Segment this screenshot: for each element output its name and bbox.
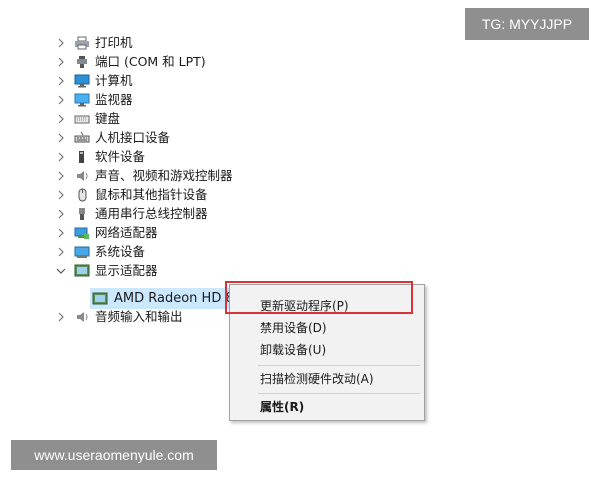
system-device-icon	[74, 245, 90, 259]
port-icon	[74, 55, 90, 69]
tree-item-label: 鼠标和其他指针设备	[95, 187, 208, 202]
display-adapter-icon	[74, 264, 90, 278]
tree-item-sound[interactable]: 声音、视频和游戏控制器	[54, 166, 354, 185]
tree-item-software-devices[interactable]: 软件设备	[54, 147, 354, 166]
menu-item-label: 卸载设备(U)	[260, 342, 327, 357]
chevron-right-icon[interactable]	[54, 147, 68, 166]
chevron-right-icon[interactable]	[54, 52, 68, 71]
computer-icon	[74, 74, 90, 88]
tree-item-usb[interactable]: 通用串行总线控制器	[54, 204, 354, 223]
chevron-right-icon[interactable]	[54, 185, 68, 204]
network-adapter-icon	[74, 226, 90, 240]
chevron-right-icon[interactable]	[54, 166, 68, 185]
chevron-right-icon[interactable]	[54, 90, 68, 109]
menu-separator	[258, 393, 420, 394]
highlight-box	[225, 281, 413, 314]
menu-item-scan-hardware[interactable]: 扫描检测硬件改动(A)	[230, 367, 424, 389]
tree-item-label: 人机接口设备	[95, 130, 171, 145]
tree-item-label: 显示适配器	[95, 263, 158, 278]
keyboard-icon	[74, 112, 90, 126]
monitor-icon	[74, 93, 90, 107]
chevron-down-icon[interactable]	[54, 261, 68, 280]
printer-icon	[74, 36, 90, 50]
chevron-right-icon[interactable]	[54, 307, 68, 326]
tree-item-ports[interactable]: 端口 (COM 和 LPT)	[54, 52, 354, 71]
chevron-right-icon[interactable]	[54, 223, 68, 242]
tree-item-label: 声音、视频和游戏控制器	[95, 168, 233, 183]
tree-item-label: AMD Radeon HD 85	[114, 291, 243, 306]
tree-item-hid[interactable]: 人机接口设备	[54, 128, 354, 147]
menu-item-uninstall-device[interactable]: 卸载设备(U)	[230, 338, 424, 360]
tree-item-computer[interactable]: 计算机	[54, 71, 354, 90]
tree-item-network-adapters[interactable]: 网络适配器	[54, 223, 354, 242]
tree-item-system-devices[interactable]: 系统设备	[54, 242, 354, 261]
tree-item-monitors[interactable]: 监视器	[54, 90, 354, 109]
software-device-icon	[74, 150, 90, 164]
menu-separator	[258, 365, 420, 366]
speaker-icon	[74, 169, 90, 183]
tree-item-label: 通用串行总线控制器	[95, 206, 208, 221]
menu-item-properties[interactable]: 属性(R)	[230, 395, 424, 417]
tree-item-label: 打印机	[95, 35, 133, 50]
tree-item-label: 音频输入和输出	[95, 309, 183, 324]
tree-item-label: 键盘	[95, 111, 121, 126]
tree-item-label: 软件设备	[95, 149, 146, 164]
tree-item-mice[interactable]: 鼠标和其他指针设备	[54, 185, 354, 204]
chevron-right-icon[interactable]	[54, 128, 68, 147]
menu-item-label: 属性(R)	[260, 399, 305, 414]
watermark-url: www.useraomenyule.com	[11, 440, 217, 470]
tree-item-keyboards[interactable]: 键盘	[54, 109, 354, 128]
watermark-tg: TG: MYYJJPP	[465, 8, 589, 40]
tree-item-label: 端口 (COM 和 LPT)	[95, 54, 206, 69]
menu-item-label: 扫描检测硬件改动(A)	[260, 371, 374, 386]
chevron-right-icon[interactable]	[54, 204, 68, 223]
chevron-right-icon[interactable]	[54, 242, 68, 261]
tree-item-label: 计算机	[95, 73, 133, 88]
chevron-right-icon[interactable]	[54, 109, 68, 128]
tree-item-display-adapters[interactable]: 显示适配器	[54, 261, 354, 280]
chevron-right-icon[interactable]	[54, 71, 68, 90]
tree-item-label: 网络适配器	[95, 225, 158, 240]
tree-item-label: 监视器	[95, 92, 133, 107]
menu-item-label: 禁用设备(D)	[260, 320, 327, 335]
menu-item-disable-device[interactable]: 禁用设备(D)	[230, 316, 424, 338]
hid-icon	[74, 131, 90, 145]
tree-item-label: 系统设备	[95, 244, 146, 259]
tree-item-printers[interactable]: 打印机	[54, 33, 354, 52]
audio-io-icon	[74, 310, 90, 324]
mouse-icon	[74, 188, 90, 202]
usb-icon	[74, 207, 90, 221]
display-adapter-icon	[92, 292, 108, 306]
chevron-right-icon[interactable]	[54, 33, 68, 52]
